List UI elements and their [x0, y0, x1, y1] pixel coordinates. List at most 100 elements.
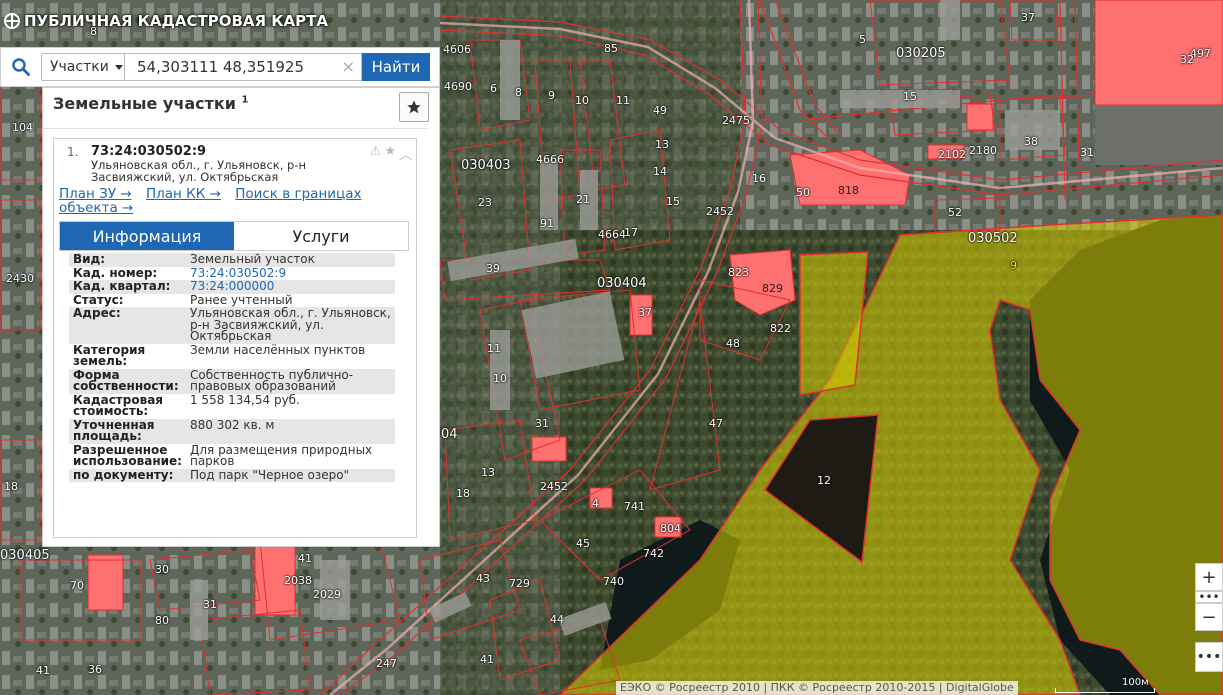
parcel-label: 2475: [722, 114, 750, 127]
parcel-label: 4606: [443, 43, 471, 56]
parcel-label: 2029: [313, 588, 341, 601]
app-title: ПУБЛИЧНАЯ КАДАСТРОВАЯ КАРТА: [4, 12, 328, 30]
info-value: 880 302 кв. м: [189, 417, 275, 432]
info-row: Кадастровая стоимость: 1 558 134,54 руб.: [69, 394, 395, 419]
more-options-button[interactable]: •••: [1195, 642, 1223, 672]
parcel-label: 2452: [540, 480, 568, 493]
search-type-select[interactable]: Участки: [41, 53, 125, 81]
tab-services[interactable]: Услуги: [234, 222, 408, 250]
clear-icon[interactable]: ×: [342, 58, 355, 76]
info-row: Форма собственности: Собственность публич…: [69, 367, 395, 394]
tab-information[interactable]: Информация: [60, 222, 234, 250]
parcel-label: 2038: [284, 574, 312, 587]
scale-label: 100м: [1122, 677, 1149, 688]
card-tools: ⚠ ★ ︿: [370, 144, 412, 163]
parcel-label: 14: [653, 165, 667, 178]
results-header-title: Земельные участки: [53, 94, 236, 113]
chevron-up-icon[interactable]: ︿: [399, 144, 412, 163]
parcel-label: 11: [616, 94, 630, 107]
parcel-label: 804: [660, 522, 681, 535]
find-button[interactable]: Найти: [362, 53, 430, 81]
result-index: 1.: [67, 145, 79, 159]
parcel-label: 18: [4, 480, 18, 493]
parcel-label: 823: [728, 266, 749, 279]
parcel-label: 818: [838, 184, 859, 197]
info-value: Земельный участок: [189, 252, 315, 266]
parcel-label: 104: [12, 121, 33, 134]
parcel-label: 829: [762, 282, 783, 295]
parcel-label: 43: [476, 572, 490, 585]
parcel-label: 2430: [6, 272, 34, 285]
search-toggle-button[interactable]: [1, 48, 41, 86]
parcel-label: 18: [456, 487, 470, 500]
info-key: Кадастровая стоимость:: [73, 392, 163, 418]
parcel-label: 729: [509, 577, 530, 590]
parcel-label: 4664: [598, 228, 626, 241]
parcel-label: 4: [592, 497, 599, 510]
results-header: Земельные участки 1: [53, 94, 249, 113]
parcel-label: 37: [638, 306, 652, 319]
info-key: Кад. квартал:: [73, 279, 171, 293]
parcel-label: 17: [624, 226, 638, 239]
warning-icon[interactable]: ⚠: [370, 144, 382, 163]
zoom-more-button[interactable]: •••: [1195, 591, 1223, 603]
info-row: Категория земель: Земли населённых пункто…: [69, 344, 395, 369]
search-input-wrapper: ×: [125, 53, 362, 81]
info-value: Ульяновская обл., г. Ульяновск, р-н Засв…: [189, 306, 391, 343]
search-type-label: Участки: [50, 59, 109, 75]
scale-bar: [1055, 688, 1155, 693]
parcel-label: 741: [624, 500, 645, 513]
star-icon: [407, 100, 421, 114]
search-bar: Участки × Найти: [0, 47, 440, 87]
parcel-label: 23: [478, 196, 492, 209]
plan-kk-link[interactable]: План КК →: [146, 186, 221, 202]
parcel-label: 4666: [536, 153, 564, 166]
parcel-label: 52: [948, 206, 962, 219]
info-value-link[interactable]: 73:24:030502:9: [190, 266, 286, 280]
parcel-label: 49: [653, 104, 667, 117]
info-key: Разрешенное использование:: [73, 442, 182, 468]
parcel-label: 822: [770, 322, 791, 335]
parcel-label: 16: [752, 172, 766, 185]
parcel-label: 742: [643, 547, 664, 560]
quarter-label: 030205: [896, 46, 946, 61]
info-row: Адрес: Ульяновская обл., г. Ульяновск, р-…: [69, 307, 395, 344]
parcel-label: 247: [376, 657, 397, 670]
parcel-label: 4690: [444, 80, 472, 93]
info-value: 1 558 134,54 руб.: [189, 392, 300, 407]
zoom-in-button[interactable]: +: [1195, 563, 1223, 591]
parcel-label: 31: [203, 598, 217, 611]
info-key: Адрес:: [73, 306, 121, 320]
parcel-label: 31: [535, 417, 549, 430]
zoom-out-button[interactable]: −: [1195, 603, 1223, 631]
info-key: Форма собственности:: [73, 367, 179, 393]
info-row: Кад. номер: 73:24:030502:9: [69, 267, 395, 281]
info-value: Для размещения природных парков: [189, 442, 373, 468]
info-key: по документу:: [73, 467, 174, 482]
parcel-label: 48: [726, 337, 740, 350]
parcel-label: 45: [576, 537, 590, 550]
card-links: План ЗУ → План КК → Поиск в границах объ…: [59, 187, 399, 215]
parcel-label: 47: [709, 417, 723, 430]
parcel-label: 70: [70, 579, 84, 592]
parcel-label: 12: [817, 474, 831, 487]
parcel-label: 2180: [969, 144, 997, 157]
result-card[interactable]: 1. 73:24:030502:9 Ульяновская обл., г. У…: [53, 138, 417, 538]
quarter-label: 030404: [597, 276, 647, 291]
search-input[interactable]: [125, 54, 340, 80]
parcel-label: 44: [550, 613, 564, 626]
parcel-label: 21: [576, 193, 590, 206]
parcel-label: 11: [487, 342, 501, 355]
info-value: 73:24:000000: [186, 280, 395, 294]
info-value-link[interactable]: 73:24:000000: [190, 279, 274, 293]
parcel-label: 39: [486, 262, 500, 275]
info-value: Под парк "Черное озеро": [189, 467, 350, 482]
star-icon[interactable]: ★: [384, 144, 396, 163]
result-cad-number[interactable]: 73:24:030502:9: [91, 144, 206, 159]
parcel-label: 15: [903, 90, 917, 103]
parcel-label: 740: [603, 575, 624, 588]
parcel-label: 85: [604, 42, 618, 55]
favorite-button[interactable]: [399, 92, 429, 122]
parcel-label: 50: [796, 186, 810, 199]
info-row: Статус: Ранее учтенный: [69, 294, 395, 308]
